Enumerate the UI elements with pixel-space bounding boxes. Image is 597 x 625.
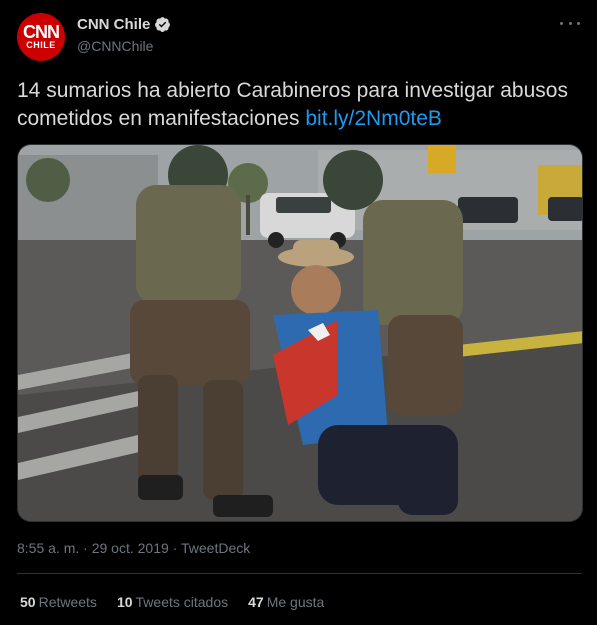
more-options-icon[interactable] [560, 18, 580, 28]
retweets-stat[interactable]: 50 Retweets [20, 594, 97, 610]
photo-illustration [18, 145, 582, 521]
dot [568, 21, 572, 25]
avatar-logo-sub: CHILE [26, 40, 56, 50]
verified-badge-icon [155, 17, 171, 32]
quotes-label: Tweets citados [135, 594, 229, 610]
tweet: CNN CHILE CNN Chile @CNNChile 14 sumario… [0, 0, 597, 625]
likes-label: Me gusta [266, 594, 325, 610]
tweet-text: 14 sumarios ha abierto Carabineros para … [17, 77, 582, 133]
name-row: CNN Chile [77, 16, 171, 33]
tweet-source[interactable]: TweetDeck [181, 540, 250, 556]
retweets-count: 50 [20, 594, 36, 610]
avatar[interactable]: CNN CHILE [17, 13, 65, 61]
dot [560, 21, 563, 25]
avatar-logo-main: CNN [23, 22, 60, 42]
tweet-link[interactable]: bit.ly/2Nm0teB [305, 107, 442, 130]
tweet-body: 14 sumarios ha abierto Carabineros para … [17, 79, 568, 130]
tweet-photo[interactable] [17, 144, 583, 522]
likes-stat[interactable]: 47 Me gusta [248, 594, 324, 610]
tweet-meta: 8:55 a. m. · 29 oct. 2019 · TweetDeck [17, 540, 250, 556]
tweet-time[interactable]: 8:55 a. m. [17, 540, 79, 556]
dot [577, 21, 580, 25]
handle[interactable]: @CNNChile [77, 38, 153, 54]
display-name[interactable]: CNN Chile [77, 16, 150, 33]
retweets-label: Retweets [38, 594, 97, 610]
tweet-date[interactable]: 29 oct. 2019 [92, 540, 169, 556]
quotes-count: 10 [116, 594, 133, 610]
meta-separator: · [83, 540, 92, 556]
quotes-stat[interactable]: 10 Tweets citados [117, 594, 228, 610]
likes-count: 47 [248, 594, 264, 610]
engagement-stats: 50 Retweets 10 Tweets citados 47 Me gusta [20, 594, 344, 610]
meta-separator: · [172, 540, 181, 556]
divider [17, 573, 582, 574]
